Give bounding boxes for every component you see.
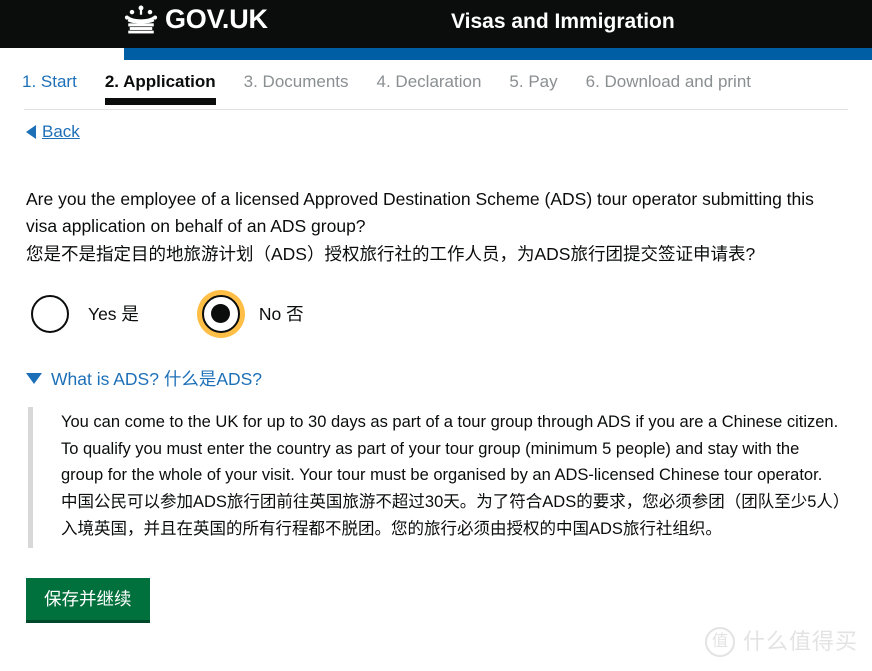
question-text-en: Are you the employee of a licensed Appro… [26,189,814,237]
question-text-zh: 您是不是指定目的地旅游计划（ADS）授权旅行社的工作人员，为ADS旅行团提交签证… [26,243,756,264]
main-content: Are you the employee of a licensed Appro… [0,186,872,549]
tab-application[interactable]: 2. Application [104,60,216,106]
site-header: GOV.UK Visas and Immigration [0,0,872,60]
details-panel: You can come to the UK for up to 30 days… [28,406,846,549]
radio-yes-label: Yes 是 [88,304,139,325]
tab-start[interactable]: 1. Start [22,60,77,102]
radio-group: Yes 是 No 否 [26,289,846,338]
tab-pay[interactable]: 5. Pay [509,60,557,102]
service-title: Visas and Immigration [451,10,675,33]
phase-navigation: 1. Start 2. Application 3. Documents 4. … [0,60,872,110]
watermark-logo-icon: 值 [704,627,735,657]
service-accent-bar [124,48,872,60]
back-link[interactable]: Back [26,122,80,142]
radio-no-control[interactable] [196,289,245,338]
tab-declaration[interactable]: 4. Declaration [377,60,482,102]
tab-documents[interactable]: 3. Documents [244,60,349,102]
radio-no-selected-dot [211,304,231,324]
details-summary-toggle[interactable]: What is ADS? 什么是ADS? [26,366,262,391]
details-disclosure: What is ADS? 什么是ADS? You can come to the… [26,366,846,549]
radio-no-circle [201,294,240,333]
radio-option-yes[interactable]: Yes 是 [26,290,139,338]
details-body-en: You can come to the UK for up to 30 days… [61,412,839,485]
watermark: 值 什么值得买 [704,627,858,657]
govuk-brand-link[interactable]: GOV.UK [124,4,268,34]
details-body-zh: 中国公民可以参加ADS旅行团前往英国旅游不超过30天。为了符合ADS的要求，您必… [61,493,842,538]
phase-tab-list: 1. Start 2. Application 3. Documents 4. … [0,60,872,106]
back-link-label: Back [42,122,80,141]
phase-nav-divider [24,109,848,110]
tab-download-and-print[interactable]: 6. Download and print [586,60,751,102]
save-and-continue-button[interactable]: 保存并继续 [26,578,150,624]
crown-icon [124,4,158,34]
govuk-brand-text: GOV.UK [165,3,268,34]
triangle-left-icon [26,125,36,139]
radio-yes-control[interactable] [26,290,74,338]
radio-yes-circle [31,294,69,333]
watermark-text: 什么值得买 [742,629,858,654]
radio-option-no[interactable]: No 否 [196,289,304,338]
triangle-down-icon [26,372,42,384]
question-text: Are you the employee of a licensed Appro… [26,186,846,268]
details-summary-label: What is ADS? 什么是ADS? [51,368,263,389]
radio-no-label: No 否 [258,304,304,325]
header-inner: GOV.UK Visas and Immigration [0,0,872,48]
